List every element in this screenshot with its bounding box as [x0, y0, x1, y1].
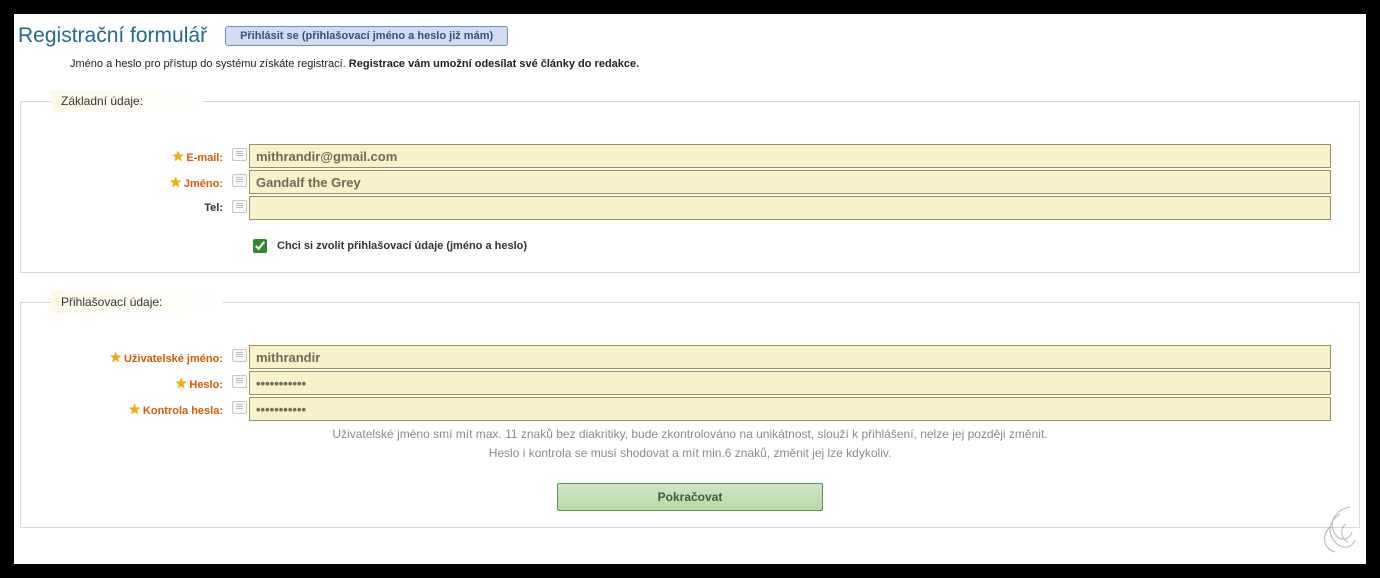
email-input[interactable] [249, 144, 1331, 168]
star-icon: ★ [175, 375, 188, 391]
star-icon: ★ [128, 401, 141, 417]
legend-login: Přihlašovací údaje: [51, 291, 222, 313]
label-password: Heslo: [189, 379, 223, 391]
note-icon[interactable] [232, 349, 247, 362]
note-icon[interactable] [232, 148, 247, 161]
fieldset-login: Přihlašovací údaje: ★Uživatelské jméno: … [20, 291, 1360, 528]
tel-input[interactable] [249, 196, 1331, 220]
label-name: Jméno: [184, 178, 223, 190]
label-email: E-mail: [186, 152, 223, 164]
password-confirm-input[interactable] [249, 397, 1331, 421]
note-icon[interactable] [232, 174, 247, 187]
choose-login-label: Chci si zvolit přihlašovací údaje (jméno… [277, 240, 527, 252]
username-input[interactable] [249, 345, 1331, 369]
hint-password: Heslo i kontrola se musí shodovat a mít … [31, 444, 1349, 463]
hint-username: Uživatelské jméno smí mít max. 11 znaků … [31, 425, 1349, 444]
label-tel: Tel: [204, 202, 223, 214]
choose-login-checkbox[interactable] [253, 239, 267, 253]
fieldset-basic: Základní údaje: ★E-mail: ★Jméno: Tel: Ch… [20, 90, 1360, 273]
intro-lead: Jméno a heslo pro přístup do systému zís… [70, 58, 349, 70]
legend-basic: Základní údaje: [51, 90, 203, 112]
intro-text: Jméno a heslo pro přístup do systému zís… [14, 54, 1366, 84]
password-input[interactable] [249, 371, 1331, 395]
note-icon[interactable] [232, 200, 247, 213]
note-icon[interactable] [232, 375, 247, 388]
label-password-confirm: Kontrola hesla: [143, 405, 223, 417]
continue-button[interactable]: Pokračovat [557, 483, 824, 511]
name-input[interactable] [249, 170, 1331, 194]
intro-bold: Registrace vám umožní odesílat své článk… [349, 58, 639, 70]
star-icon: ★ [172, 148, 185, 164]
page-title: Registrační formulář [18, 24, 207, 48]
star-icon: ★ [169, 174, 182, 190]
star-icon: ★ [109, 349, 122, 365]
note-icon[interactable] [232, 401, 247, 414]
decorative-curls-icon [1280, 502, 1360, 558]
login-existing-button[interactable]: Přihlásit se (přihlašovací jméno a heslo… [225, 26, 508, 46]
label-username: Uživatelské jméno: [124, 353, 223, 365]
